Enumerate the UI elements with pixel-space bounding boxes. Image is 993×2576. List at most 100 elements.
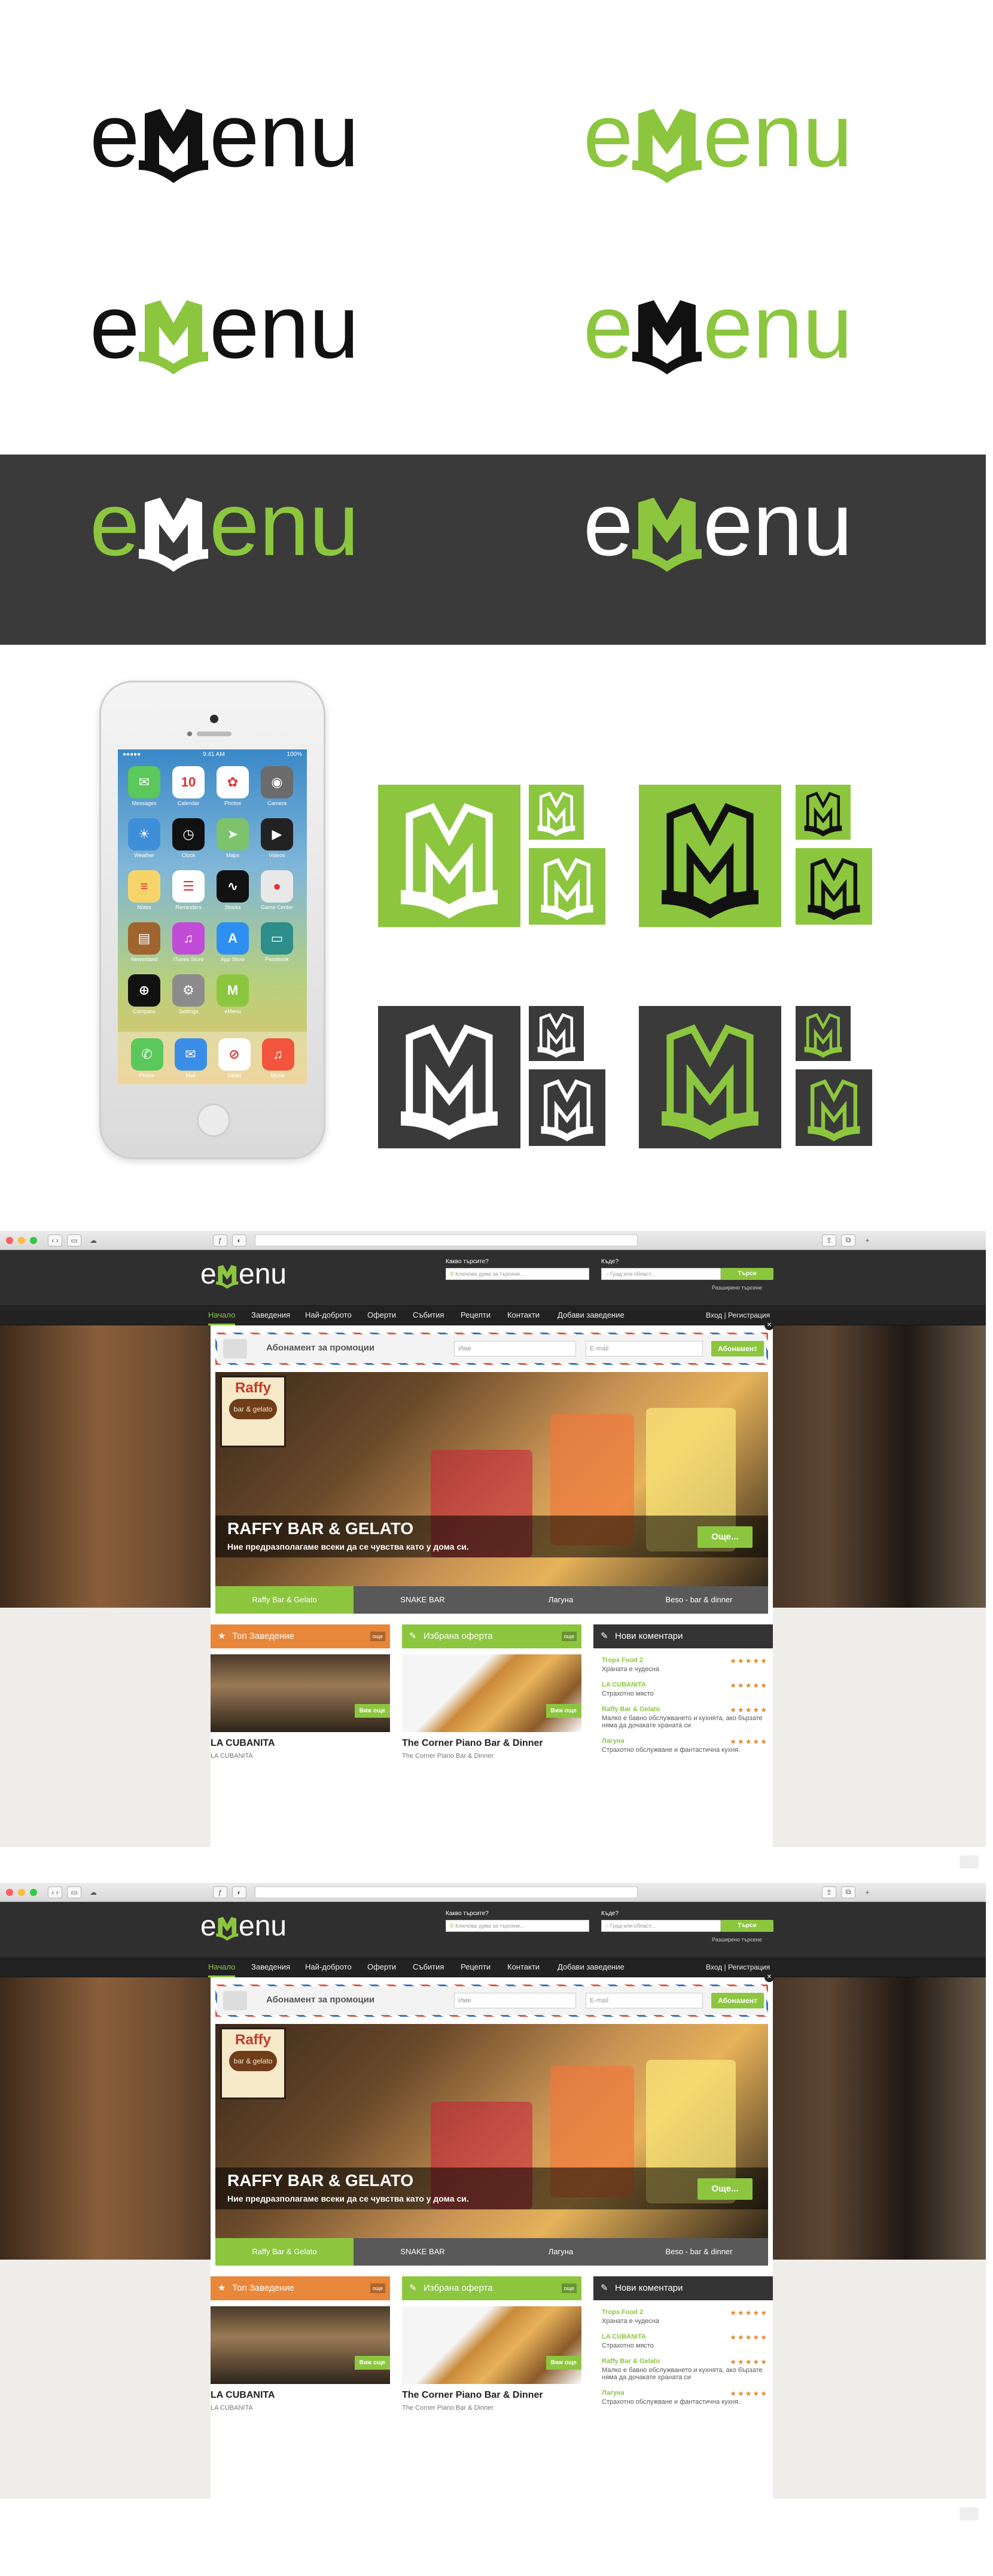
advanced-search-link[interactable]: Разширено търсене	[712, 1285, 762, 1291]
slider-tab[interactable]: Лагуна	[492, 1586, 630, 1614]
search-input-where[interactable]: ○ Град или област...	[601, 1268, 721, 1280]
venue-photo[interactable]	[211, 1654, 390, 1732]
url-bar[interactable]	[255, 1234, 638, 1246]
search-button[interactable]: Търси	[721, 1920, 773, 1932]
privacy-icon[interactable]: ◐	[232, 1234, 246, 1246]
app-settings[interactable]: ⚙ Settings	[172, 974, 205, 1014]
app-stocks[interactable]: ∿ Stocks	[216, 870, 249, 910]
cloud-icon[interactable]: ☁	[86, 1234, 100, 1246]
slider-more-button[interactable]: Още...	[697, 2178, 753, 2200]
cloud-icon[interactable]: ☁	[86, 1886, 100, 1898]
slider-more-button[interactable]: Още...	[697, 1526, 753, 1548]
slider-tab[interactable]: Beso - bar & dinner	[630, 2238, 768, 2266]
app-emenu-app[interactable]: MeMenu	[216, 974, 249, 1014]
slider-tab[interactable]: SNAKE BAR	[354, 1586, 492, 1614]
slider-tab[interactable]: Raffy Bar & Gelato	[215, 1586, 354, 1614]
offer-name[interactable]: The Corner Piano Bar & Dinner	[402, 1738, 581, 1749]
nav-item[interactable]: Контакти	[507, 1305, 540, 1325]
close-icon[interactable]: ✕	[764, 1973, 774, 1982]
slider-tab[interactable]: Лагуна	[492, 2238, 630, 2266]
minimize-dot[interactable]	[18, 1888, 25, 1896]
comment-item[interactable]: Tropx Food 2 Храната е чудесна ★★★★★	[602, 1657, 770, 1673]
offer-photo[interactable]	[402, 2306, 581, 2384]
app-appstore[interactable]: A App Store	[216, 922, 249, 962]
reader-icon[interactable]: ƒ	[213, 1234, 227, 1246]
search-input-what[interactable]: ⚲ Ключова дума за търсене...	[446, 1268, 589, 1280]
nav-item[interactable]: Добави заведение	[558, 1957, 625, 1977]
search-input-where[interactable]: ○ Град или област...	[601, 1920, 721, 1932]
offer-more-button[interactable]: Виж още	[546, 1704, 581, 1718]
new-tab-icon[interactable]: +	[860, 1234, 875, 1246]
comment-item[interactable]: LA CUBANITA Страхотно място ★★★★★	[602, 1681, 770, 1697]
nav-item[interactable]: Събития	[413, 1305, 444, 1325]
back-icon[interactable]: ‹ ›	[48, 1234, 62, 1246]
register-link[interactable]: Регистрация	[728, 1963, 770, 1971]
nav-item[interactable]: Най-доброто	[305, 1305, 352, 1325]
featured-offer-all[interactable]: още	[561, 1632, 577, 1641]
nav-item[interactable]: Добави заведение	[558, 1305, 625, 1325]
app-passbook[interactable]: ▭ Passbook	[260, 922, 294, 962]
nav-item[interactable]: Най-доброто	[305, 1957, 352, 1977]
login-link[interactable]: Вход	[706, 1311, 722, 1319]
venue-name[interactable]: LA CUBANITA	[211, 1738, 390, 1749]
app-photos[interactable]: ✿ Photos	[216, 766, 249, 806]
nav-item[interactable]: Начало	[208, 1305, 236, 1325]
url-bar[interactable]	[255, 1886, 638, 1898]
privacy-icon[interactable]: ◐	[232, 1886, 246, 1898]
venue-more-button[interactable]: Виж още	[354, 2356, 390, 2370]
venue-photo[interactable]	[211, 2306, 390, 2384]
promo-name-input[interactable]: Име	[454, 1341, 576, 1356]
zoom-dot[interactable]	[30, 1888, 37, 1896]
nav-item[interactable]: Рецепти	[461, 1957, 491, 1977]
app-maps[interactable]: ➤ Maps	[216, 818, 249, 858]
offer-photo[interactable]	[402, 1654, 581, 1732]
slider-tab[interactable]: SNAKE BAR	[354, 2238, 492, 2266]
nav-item[interactable]: Оферти	[367, 1957, 396, 1977]
search-button[interactable]: Търси	[721, 1268, 773, 1280]
app-mail[interactable]: ✉ Mail	[174, 1038, 207, 1078]
app-calendar[interactable]: 10 Calendar	[172, 766, 205, 806]
site-logo[interactable]: e enu	[200, 1258, 314, 1300]
venue-name[interactable]: LA CUBANITA	[211, 2390, 390, 2401]
reader-icon[interactable]: ƒ	[213, 1886, 227, 1898]
promo-email-input[interactable]: E-mail	[586, 1341, 703, 1356]
promo-subscribe-button[interactable]: Абонамент	[711, 1341, 764, 1356]
site-logo[interactable]: e enu	[200, 1910, 314, 1952]
featured-offer-all[interactable]: още	[561, 2284, 577, 2293]
sidebar-icon[interactable]: ▭	[67, 1234, 81, 1246]
new-tab-icon[interactable]: +	[860, 1886, 875, 1898]
advanced-search-link[interactable]: Разширено търсене	[712, 1937, 762, 1943]
comment-item[interactable]: Лагуна Страхотно обслужване и фантастична…	[602, 1737, 770, 1754]
promo-subscribe-button[interactable]: Абонамент	[711, 1993, 764, 2008]
close-dot[interactable]	[6, 1236, 13, 1244]
search-input-what[interactable]: ⚲ Ключова дума за търсене...	[446, 1920, 589, 1932]
promo-email-input[interactable]: E-mail	[586, 1993, 703, 2008]
nav-item[interactable]: Начало	[208, 1957, 236, 1977]
slider-tab[interactable]: Raffy Bar & Gelato	[215, 2238, 354, 2266]
top-venue-all[interactable]: още	[370, 2284, 385, 2293]
app-camera[interactable]: ◉ Camera	[260, 766, 294, 806]
slider-tab[interactable]: Beso - bar & dinner	[630, 1586, 768, 1614]
share-icon[interactable]: ⇪	[822, 1234, 836, 1246]
comment-item[interactable]: Raffy Bar & Gelato Малко е бавно обслужва…	[602, 2358, 770, 2381]
close-dot[interactable]	[6, 1888, 13, 1896]
zoom-dot[interactable]	[30, 1236, 37, 1244]
top-venue-all[interactable]: още	[370, 1632, 385, 1641]
back-icon[interactable]: ‹ ›	[48, 1886, 62, 1898]
app-reminders[interactable]: ☰ Reminders	[172, 870, 205, 910]
minimize-dot[interactable]	[18, 1236, 25, 1244]
sidebar-icon[interactable]: ▭	[67, 1886, 81, 1898]
promo-name-input[interactable]: Име	[454, 1993, 576, 2008]
nav-item[interactable]: Оферти	[367, 1305, 396, 1325]
offer-name[interactable]: The Corner Piano Bar & Dinner	[402, 2390, 581, 2401]
app-notes[interactable]: ≡ Notes	[127, 870, 161, 910]
venue-more-button[interactable]: Виж още	[354, 1704, 390, 1718]
app-weather[interactable]: ☀ Weather	[127, 818, 161, 858]
app-itunes[interactable]: ♫ iTunes Store	[172, 922, 205, 962]
app-compass[interactable]: ⊕ Compass	[127, 974, 161, 1014]
offer-more-button[interactable]: Виж още	[546, 2356, 581, 2370]
close-icon[interactable]: ✕	[764, 1321, 774, 1330]
nav-item[interactable]: Рецепти	[461, 1305, 491, 1325]
home-button[interactable]	[197, 1103, 230, 1137]
login-link[interactable]: Вход	[706, 1963, 722, 1971]
